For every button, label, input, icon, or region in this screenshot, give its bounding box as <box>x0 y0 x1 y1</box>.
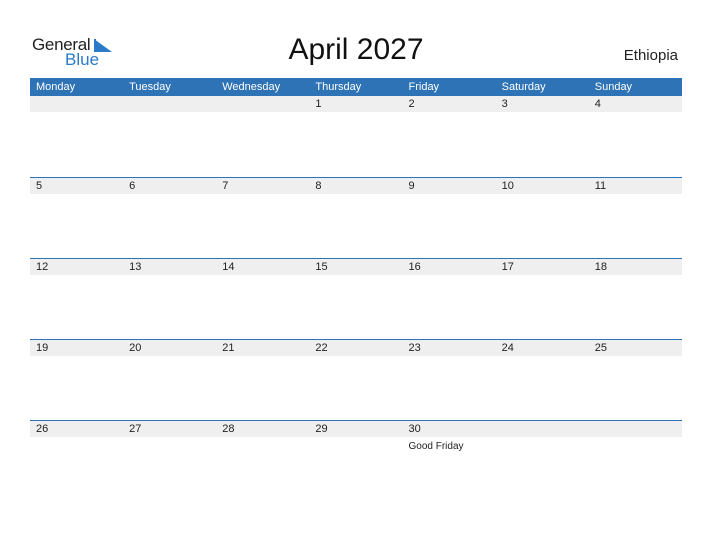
day-cell: 1 <box>309 96 402 112</box>
day-cell: 19 <box>30 340 123 356</box>
date-strip: 1 2 3 4 <box>30 96 682 112</box>
day-cell: 9 <box>403 178 496 194</box>
day-cell: 11 <box>589 178 682 194</box>
day-number: 13 <box>129 261 142 273</box>
holiday-label: Good Friday <box>408 441 464 452</box>
weekday-header: Monday Tuesday Wednesday Thursday Friday… <box>30 78 682 96</box>
weekday-monday: Monday <box>36 81 76 93</box>
day-number: 9 <box>408 180 415 192</box>
day-cell: 5 <box>30 178 123 194</box>
day-cell: 27 <box>123 421 216 437</box>
day-number: 6 <box>129 180 136 192</box>
week-row: 12 13 14 15 16 17 18 <box>30 258 682 339</box>
day-number: 27 <box>129 423 142 435</box>
calendar-grid: Monday Tuesday Wednesday Thursday Friday… <box>30 78 682 501</box>
day-cell: 13 <box>123 259 216 275</box>
day-cell <box>30 96 123 112</box>
day-cell: 14 <box>216 259 309 275</box>
day-cell: 10 <box>496 178 589 194</box>
day-cell: 15 <box>309 259 402 275</box>
day-number: 15 <box>315 261 328 273</box>
day-number: 21 <box>222 342 235 354</box>
day-cell: 22 <box>309 340 402 356</box>
day-cell: 24 <box>496 340 589 356</box>
day-cell: 30 Good Friday <box>403 421 496 452</box>
date-strip: 5 6 7 8 9 10 11 <box>30 178 682 194</box>
weekday-friday: Friday <box>408 81 440 93</box>
calendar-title: April 2027 <box>288 33 424 66</box>
day-number: 7 <box>222 180 229 192</box>
day-cell <box>216 96 309 112</box>
date-strip: 19 20 21 22 23 24 25 <box>30 340 682 356</box>
day-number: 23 <box>408 342 421 354</box>
day-number: 17 <box>501 261 514 273</box>
week-row: 26 27 28 29 30 Good Friday <box>30 420 682 501</box>
weekday-saturday: Saturday <box>501 81 546 93</box>
day-cell <box>496 421 589 437</box>
day-cell: 4 <box>589 96 682 112</box>
day-number: 1 <box>315 98 322 110</box>
day-cell: 3 <box>496 96 589 112</box>
weekday-tuesday: Tuesday <box>129 81 171 93</box>
day-cell: 25 <box>589 340 682 356</box>
day-number: 3 <box>501 98 508 110</box>
day-cell: 17 <box>496 259 589 275</box>
day-cell: 29 <box>309 421 402 437</box>
week-row: 1 2 3 4 <box>30 96 682 177</box>
day-number: 16 <box>408 261 421 273</box>
day-cell: 18 <box>589 259 682 275</box>
date-strip: 12 13 14 15 16 17 18 <box>30 259 682 275</box>
day-cell: 7 <box>216 178 309 194</box>
day-number: 26 <box>36 423 49 435</box>
day-cell: 8 <box>309 178 402 194</box>
day-number: 20 <box>129 342 142 354</box>
day-number: 12 <box>36 261 49 273</box>
day-number: 5 <box>36 180 43 192</box>
weekday-sunday: Sunday <box>594 81 633 93</box>
day-cell: 21 <box>216 340 309 356</box>
day-cell: 20 <box>123 340 216 356</box>
day-cell <box>123 96 216 112</box>
date-strip: 26 27 28 29 30 Good Friday <box>30 421 682 452</box>
day-cell: 26 <box>30 421 123 437</box>
day-number: 29 <box>315 423 328 435</box>
day-number: 11 <box>594 180 607 192</box>
weekday-wednesday: Wednesday <box>222 81 281 93</box>
country-label: Ethiopia <box>623 47 678 64</box>
day-number: 18 <box>594 261 607 273</box>
week-row: 19 20 21 22 23 24 25 <box>30 339 682 420</box>
day-cell: 16 <box>403 259 496 275</box>
day-cell: 2 <box>403 96 496 112</box>
day-number: 24 <box>501 342 514 354</box>
day-number: 10 <box>501 180 514 192</box>
weekday-thursday: Thursday <box>315 81 362 93</box>
day-number: 28 <box>222 423 235 435</box>
day-cell: 12 <box>30 259 123 275</box>
day-number: 2 <box>408 98 415 110</box>
day-cell <box>589 421 682 437</box>
day-number: 4 <box>594 98 601 110</box>
day-number: 30 <box>408 423 421 435</box>
day-number: 8 <box>315 180 322 192</box>
week-row: 5 6 7 8 9 10 11 <box>30 177 682 258</box>
day-number: 25 <box>594 342 607 354</box>
day-cell: 28 <box>216 421 309 437</box>
day-cell: 23 <box>403 340 496 356</box>
day-number: 22 <box>315 342 328 354</box>
day-number: 14 <box>222 261 235 273</box>
day-cell: 6 <box>123 178 216 194</box>
day-number: 19 <box>36 342 49 354</box>
